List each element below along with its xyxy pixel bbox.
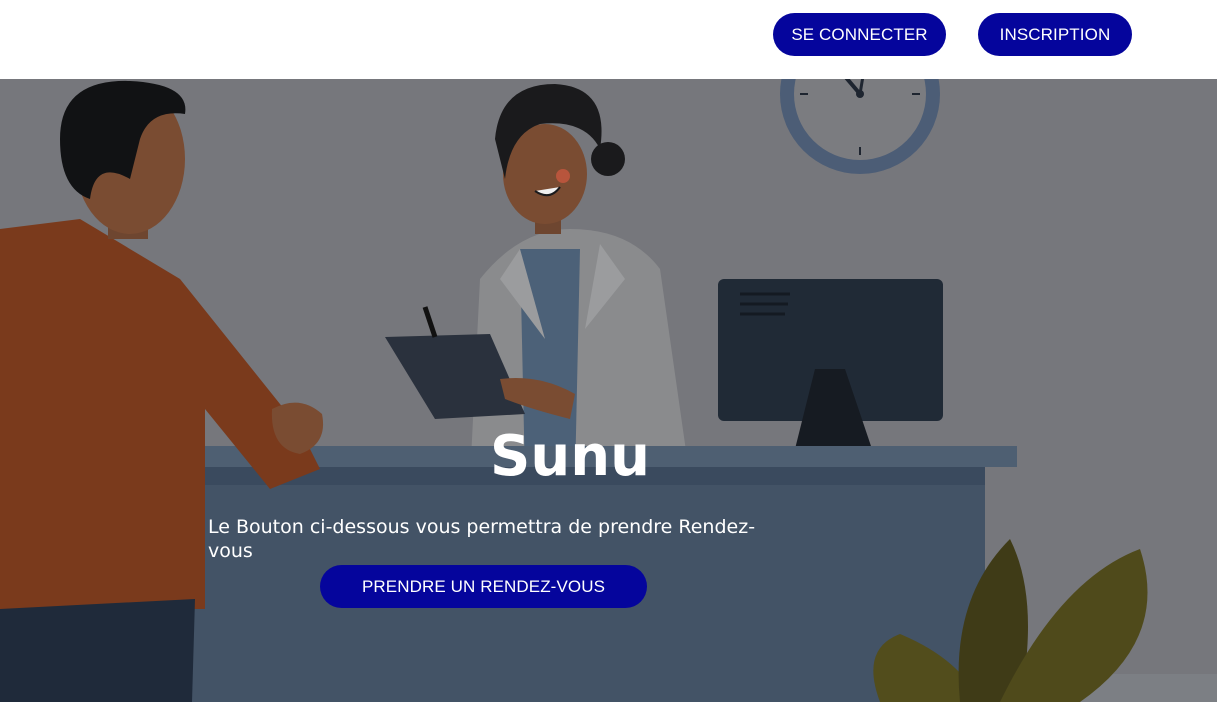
hero-section: Sunu Le Bouton ci-dessous vous permettra… <box>0 79 1217 702</box>
register-button[interactable]: INSCRIPTION <box>978 13 1132 56</box>
reception-illustration <box>0 79 1217 702</box>
book-appointment-button[interactable]: PRENDRE UN RENDEZ-VOUS <box>320 565 647 608</box>
hero-title: Sunu <box>490 424 650 489</box>
top-navbar: SE CONNECTER INSCRIPTION <box>0 0 1217 79</box>
hero-subtitle: Le Bouton ci-dessous vous permettra de p… <box>208 516 756 562</box>
login-button[interactable]: SE CONNECTER <box>773 13 946 56</box>
